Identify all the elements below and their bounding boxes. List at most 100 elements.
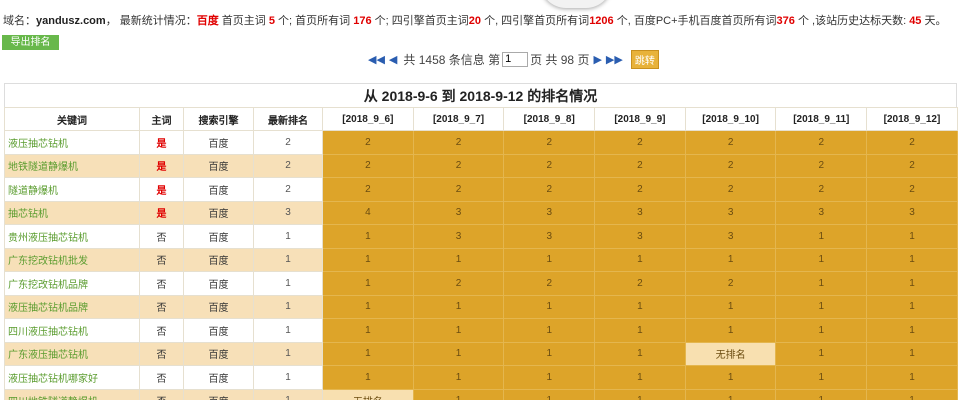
latest-rank: 2 [253,177,323,202]
table-row: 液压抽芯钻机是百度 2 2 2 2 2 2 2 2 [4,130,958,155]
keyword-link[interactable]: 贵州液压抽芯钻机 [4,224,140,249]
pagination: ◀◀ ◀ 共 1458 条信息 第 页 共 98 页 ▶ ▶▶ 跳转 [366,49,659,69]
table-row: 广东挖改钻机品牌否百度 1 1 2 2 2 2 1 1 [4,271,958,296]
main-word-flag: 否 [139,247,184,272]
keyword-link[interactable]: 四川地铁隧道静爆机 [4,388,140,400]
history-unit: 天。 [921,15,947,27]
export-ranking-button[interactable]: 导出排名 [2,35,59,50]
last-page-icon[interactable]: ▶▶ [606,53,623,66]
daily-rank-cell: 1 [412,318,505,343]
daily-rank-cell: 1 [412,388,505,400]
keyword-link[interactable]: 隧道静爆机 [4,177,140,202]
daily-rank-cell: 1 [775,388,868,400]
table-row: 液压抽芯钻机品牌否百度 1 1 1 1 1 1 1 1 [4,294,958,319]
domain-value: yandusz.com [36,15,106,27]
table-header-row: 关键词 主词 搜索引擎 最新排名 [2018_9_6] [2018_9_7] [2018_9… [4,107,958,131]
search-engine: 百度 [183,247,254,272]
daily-rank-cell: 2 [412,130,505,155]
daily-rank-cell: 2 [684,177,777,202]
column-header: [2018_9_10] [684,107,777,131]
daily-rank-cell: 1 [594,318,686,343]
daily-rank-cell: 4 [322,200,414,225]
daily-rank-cell: 3 [866,200,958,225]
keyword-link[interactable]: 地铁隧道静爆机 [4,153,140,178]
daily-rank-cell: 3 [412,200,505,225]
prev-page-icon[interactable]: ◀ [389,53,397,66]
table-body: 液压抽芯钻机是百度 2 2 2 2 2 2 2 2 地铁隧道静爆机是百度 2 2 2 2 2 2 2 2 隧道静爆机… [4,130,958,400]
main-word-flag: 否 [139,271,184,296]
daily-rank-cell: 1 [775,341,868,366]
daily-rank-cell: 2 [775,177,868,202]
main-word-flag: 否 [139,224,184,249]
daily-rank-cell: 1 [775,247,868,272]
table-row: 液压抽芯钻机哪家好否百度 1 1 1 1 1 1 1 1 [4,365,958,390]
column-header: 关键词 [4,107,140,131]
daily-rank-cell: 无排名 [322,388,414,400]
daily-rank-cell: 1 [322,294,414,319]
column-header: [2018_9_12] [866,107,958,131]
four-main-count: 20 [468,15,482,27]
daily-rank-cell: 1 [866,388,958,400]
column-header: [2018_9_11] [775,107,868,131]
table-row: 广东液压抽芯钻机否百度 1 1 1 1 1 无排名 1 1 [4,341,958,366]
daily-rank-cell: 1 [775,271,868,296]
keyword-link[interactable]: 抽芯钻机 [4,200,140,225]
daily-rank-cell: 3 [503,200,596,225]
table-row: 四川液压抽芯钻机否百度 1 1 1 1 1 1 1 1 [4,318,958,343]
daily-rank-cell: 1 [412,294,505,319]
daily-rank-cell: 1 [503,294,596,319]
daily-rank-cell: 2 [684,153,777,178]
four-all-count: 1206 [589,15,614,27]
daily-rank-cell: 2 [594,177,686,202]
daily-rank-cell: 2 [322,130,414,155]
keyword-link[interactable]: 液压抽芯钻机哪家好 [4,365,140,390]
stats-summary: 域名：yandusz.com， 最新统计情况：百度 首页主词 5 个; 首页所有… [3,12,947,28]
page-number-input[interactable] [502,51,529,67]
latest-rank: 1 [253,341,323,366]
keyword-link[interactable]: 广东挖改钻机批发 [4,247,140,272]
daily-rank-cell: 1 [322,224,414,249]
table-row: 隧道静爆机是百度 2 2 2 2 2 2 2 2 [4,177,958,202]
daily-rank-cell: 1 [322,271,414,296]
next-page-icon[interactable]: ▶ [593,53,601,66]
daily-rank-cell: 2 [866,130,958,155]
daily-rank-cell: 1 [866,294,958,319]
latest-rank: 1 [253,271,323,296]
daily-rank-cell: 1 [866,271,958,296]
keyword-link[interactable]: 液压抽芯钻机 [4,130,140,155]
main-word-flag: 是 [139,153,184,178]
daily-rank-cell: 1 [684,388,777,400]
latest-rank: 1 [253,224,323,249]
daily-rank-cell: 2 [412,177,505,202]
daily-rank-cell: 1 [775,365,868,390]
keyword-link[interactable]: 广东液压抽芯钻机 [4,341,140,366]
daily-rank-cell: 2 [594,153,686,178]
keyword-link[interactable]: 广东挖改钻机品牌 [4,271,140,296]
daily-rank-cell: 2 [503,271,596,296]
table-row: 四川地铁隧道静爆机否百度1无排名111111 [4,388,958,400]
table-row: 地铁隧道静爆机是百度 2 2 2 2 2 2 2 2 [4,153,958,178]
table-row: 贵州液压抽芯钻机否百度 1 1 3 3 3 3 1 1 [4,224,958,249]
daily-rank-cell: 1 [775,224,868,249]
ranking-table: 关键词 主词 搜索引擎 最新排名 [2018_9_6] [2018_9_7] [2018_9… [4,107,958,400]
daily-rank-cell: 2 [684,130,777,155]
floating-widget[interactable] [540,0,612,8]
daily-rank-cell: 2 [866,177,958,202]
daily-rank-cell: 3 [775,200,868,225]
daily-rank-cell: 2 [503,177,596,202]
daily-rank-cell: 1 [412,341,505,366]
latest-rank: 2 [253,130,323,155]
home-main-label: 首页主词 [218,15,269,27]
jump-button[interactable]: 跳转 [630,49,659,69]
daily-rank-cell: 3 [594,200,686,225]
pc-mobile-label: 个, 百度PC+手机百度首页所有词 [613,15,777,27]
keyword-link[interactable]: 液压抽芯钻机品牌 [4,294,140,319]
daily-rank-cell: 1 [594,247,686,272]
pc-mobile-count: 376 [776,15,795,27]
first-page-icon[interactable]: ◀◀ [368,53,385,66]
history-label: 个 ,该站历史达标天数: [794,15,910,27]
latest-rank: 3 [253,200,323,225]
keyword-link[interactable]: 四川液压抽芯钻机 [4,318,140,343]
search-engine: 百度 [183,365,254,390]
daily-rank-cell: 2 [775,153,868,178]
